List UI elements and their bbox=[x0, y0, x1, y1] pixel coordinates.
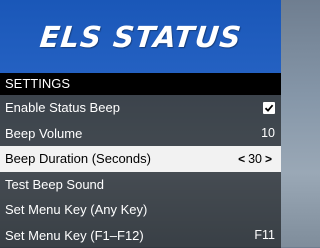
menu-item-label: Test Beep Sound bbox=[5, 177, 104, 192]
menu-key-value: F11 bbox=[254, 228, 275, 242]
menu-item-beep-duration[interactable]: Beep Duration (Seconds) < 30 > bbox=[0, 146, 281, 172]
beep-volume-value: 10 bbox=[261, 126, 275, 140]
menu-item-beep-volume[interactable]: Beep Volume 10 bbox=[0, 121, 281, 147]
checkbox-checked-icon[interactable] bbox=[263, 102, 275, 114]
menu-item-label: Enable Status Beep bbox=[5, 100, 120, 115]
menu-item-label: Set Menu Key (Any Key) bbox=[5, 202, 147, 217]
banner-title: ELS STATUS bbox=[38, 20, 243, 54]
beep-duration-selector[interactable]: < 30 > bbox=[235, 152, 275, 166]
chevron-left-icon[interactable]: < bbox=[235, 152, 248, 166]
menu-subtitle: SETTINGS bbox=[0, 73, 281, 95]
beep-duration-value: 30 bbox=[248, 152, 262, 166]
menu-item-label: Set Menu Key (F1–F12) bbox=[5, 228, 144, 243]
chevron-right-icon[interactable]: > bbox=[262, 152, 275, 166]
els-status-menu: ELS STATUS SETTINGS Enable Status Beep B… bbox=[0, 0, 281, 247]
menu-item-set-menu-key-f[interactable]: Set Menu Key (F1–F12) F11 bbox=[0, 223, 281, 248]
menu-item-enable-status-beep[interactable]: Enable Status Beep bbox=[0, 95, 281, 121]
menu-item-set-menu-key-any[interactable]: Set Menu Key (Any Key) bbox=[0, 197, 281, 223]
menu-item-label: Beep Volume bbox=[5, 126, 82, 141]
menu-item-label: Beep Duration (Seconds) bbox=[5, 151, 151, 166]
menu-item-test-beep-sound[interactable]: Test Beep Sound bbox=[0, 172, 281, 198]
menu-banner: ELS STATUS bbox=[0, 0, 281, 73]
menu-items: Enable Status Beep Beep Volume 10 Beep D… bbox=[0, 95, 281, 248]
